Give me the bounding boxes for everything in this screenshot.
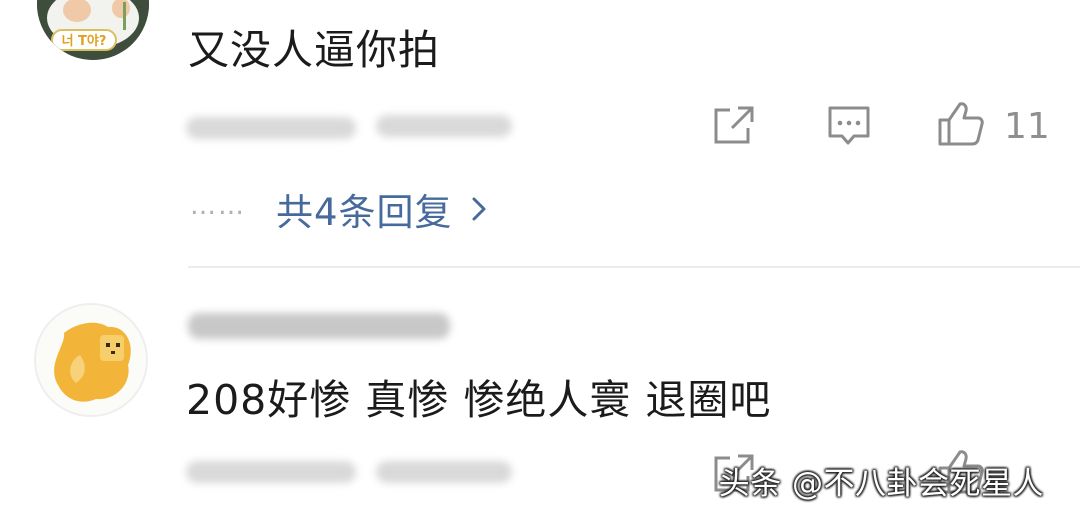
avatar[interactable]: 너 T야? <box>37 0 149 60</box>
replies-label[interactable]: 共4条回复 <box>276 182 453 236</box>
comment-icon[interactable] <box>826 104 872 148</box>
replies-link[interactable]: …… 共4条回复 <box>190 182 487 236</box>
chevron-right-icon <box>472 197 486 221</box>
avatar-photo: 너 T야? <box>37 0 149 60</box>
username-blurred[interactable] <box>188 313 450 339</box>
watermark: 头条 @不八卦会死星人 <box>718 466 1044 502</box>
avatar[interactable] <box>34 303 148 417</box>
comment-location-blurred <box>376 115 512 137</box>
avatar-badge-text: 너 T야? <box>62 33 107 49</box>
comment-meta-blurred <box>186 117 356 139</box>
replies-dots: …… <box>190 191 246 221</box>
comment-location-blurred <box>376 461 512 483</box>
avatar-photo <box>36 305 146 415</box>
like-count: 11 <box>1004 106 1050 147</box>
share-icon[interactable] <box>712 104 756 146</box>
like-icon[interactable] <box>936 100 986 148</box>
comment-divider <box>188 266 1080 268</box>
comment-text: 208好惨 真惨 惨绝人寰 退圈吧 <box>186 376 772 424</box>
comment-text: 又没人逼你拍 <box>188 26 440 74</box>
comment-meta-blurred <box>186 461 356 483</box>
